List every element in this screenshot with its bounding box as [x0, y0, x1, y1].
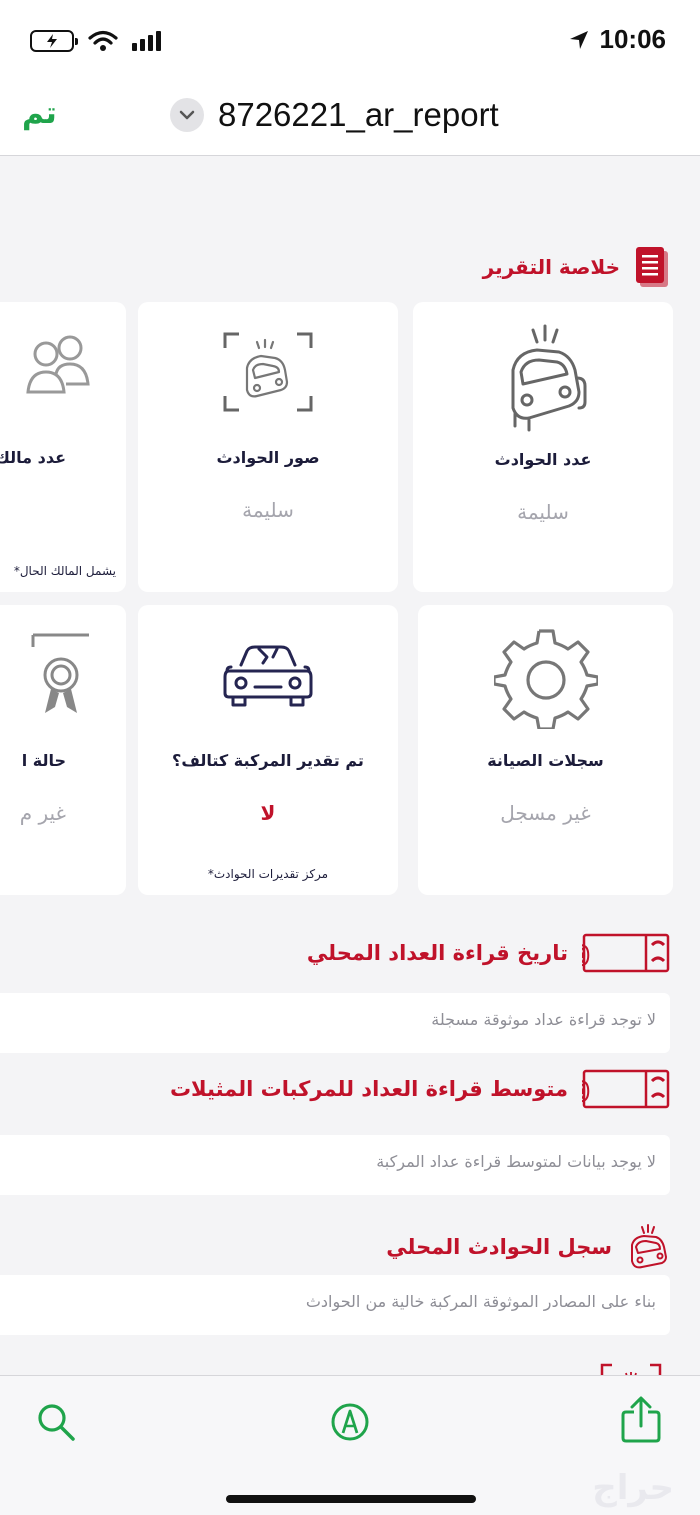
status-right-group: 10:06	[568, 24, 667, 55]
bottom-toolbar: حراج	[0, 1375, 700, 1515]
document-title-menu[interactable]: 8726221_ar_report	[170, 96, 499, 134]
location-arrow-icon	[569, 30, 588, 49]
odometer-average-box: لا يوجد بيانات لمتوسط قراءة عداد المركبة	[0, 1135, 670, 1195]
wifi-icon	[88, 30, 118, 51]
card-note: *يشمل المالك الحال	[13, 564, 116, 578]
odometer-average-message: لا يوجد بيانات لمتوسط قراءة عداد المركبة	[376, 1152, 656, 1171]
svg-text:000: 000	[582, 941, 590, 973]
summary-section-header: خلاصة التقرير	[483, 245, 670, 289]
summary-card-vehicle-status: حالة ا غير م	[0, 605, 126, 895]
chevron-down-icon[interactable]	[170, 98, 204, 132]
accident-history-title: سجل الحوادث المحلي	[386, 1235, 612, 1259]
accident-photo-icon	[223, 332, 313, 412]
card-value: لا	[260, 801, 276, 825]
card-label: حالة ا	[21, 751, 66, 770]
watermark: حراج	[592, 1468, 674, 1508]
crashed-car-icon	[511, 324, 587, 432]
done-button[interactable]: تم	[22, 96, 57, 131]
crashed-car-icon	[631, 1224, 667, 1269]
nav-bar: تم 8726221_ar_report	[0, 84, 700, 156]
odometer-history-header: 000 تاريخ قراءة العداد المحلي	[307, 933, 670, 973]
share-icon[interactable]	[620, 1396, 662, 1444]
report-content[interactable]: خلاصة التقرير عدد الحوادث سليمة صور الحو…	[0, 157, 700, 1375]
search-icon[interactable]	[36, 1402, 76, 1442]
summary-card-total-loss: تم تقدير المركبة كتالف؟ لا *مركز تقديرات…	[138, 605, 398, 895]
card-value: غير م	[19, 801, 66, 825]
status-left-group	[30, 30, 161, 52]
card-label: تم تقدير المركبة كتالف؟	[172, 751, 364, 770]
certificate-icon	[31, 633, 89, 713]
svg-text:000: 000	[582, 1077, 590, 1109]
card-value: غير مسجل	[500, 801, 591, 825]
gear-icon	[493, 629, 598, 729]
accident-history-message: بناء على المصادر الموثوقة المركبة خالية …	[305, 1292, 656, 1311]
report-document-icon	[636, 247, 668, 287]
odometer-history-message: لا توجد قراءة عداد موثوقة مسجلة	[431, 1010, 656, 1029]
status-bar: 10:06	[0, 0, 700, 84]
odometer-average-title: متوسط قراءة العداد للمركبات المثيلات	[169, 1077, 568, 1101]
card-label: صور الحوادث	[216, 448, 320, 467]
accident-photo-icon	[600, 1363, 662, 1375]
document-title: 8726221_ar_report	[218, 96, 499, 133]
card-value: سليمة	[517, 500, 569, 524]
accident-history-header: سجل الحوادث المحلي	[386, 1223, 670, 1271]
odometer-icon: 000	[582, 1069, 670, 1109]
damaged-car-icon	[223, 645, 313, 707]
odometer-history-box: لا توجد قراءة عداد موثوقة مسجلة	[0, 993, 670, 1053]
card-note: *مركز تقديرات الحوادث	[207, 867, 329, 881]
home-indicator	[226, 1495, 476, 1503]
accident-history-box: بناء على المصادر الموثوقة المركبة خالية …	[0, 1275, 670, 1335]
card-label: سجلات الصيانة	[487, 751, 604, 770]
summary-title: خلاصة التقرير	[482, 255, 620, 279]
summary-card-accidents-count: عدد الحوادث سليمة	[413, 302, 673, 592]
card-label: عدد مالك	[0, 448, 66, 467]
status-time: 10:06	[599, 24, 667, 54]
odometer-icon: 000	[582, 933, 670, 973]
odometer-history-title: تاريخ قراءة العداد المحلي	[306, 941, 568, 965]
card-label: عدد الحوادث	[494, 450, 592, 469]
owners-icon	[26, 335, 90, 394]
signal-icon	[132, 31, 161, 51]
markup-pen-icon[interactable]	[330, 1402, 370, 1442]
summary-card-owners-count: عدد مالك *يشمل المالك الحال	[0, 302, 126, 592]
odometer-average-header: 000 متوسط قراءة العداد للمركبات المثيلات	[170, 1069, 670, 1109]
card-value: سليمة	[242, 498, 294, 522]
summary-card-accident-photos: صور الحوادث سليمة	[138, 302, 398, 592]
summary-card-maintenance-records: سجلات الصيانة غير مسجل	[418, 605, 673, 895]
battery-charging-icon	[30, 30, 78, 52]
